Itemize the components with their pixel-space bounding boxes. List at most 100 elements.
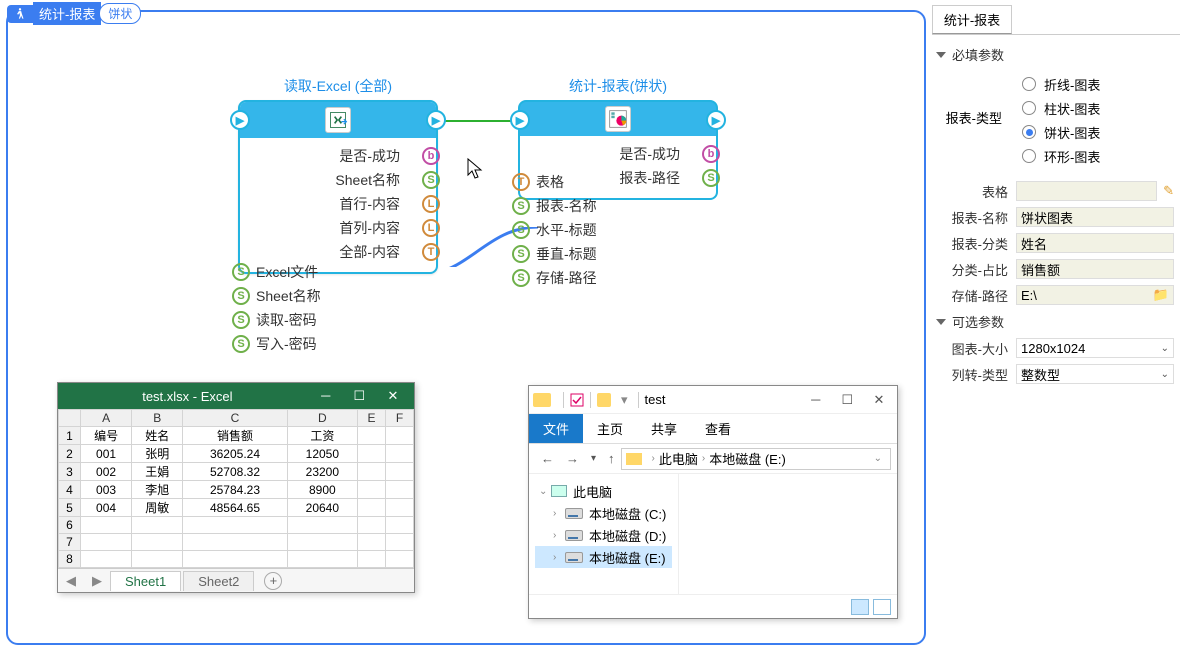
cell[interactable] <box>358 463 386 481</box>
cell[interactable] <box>386 534 414 551</box>
radio-button[interactable] <box>1022 149 1036 163</box>
cell[interactable] <box>386 499 414 517</box>
port-pin[interactable]: S <box>232 311 250 329</box>
workspace-badge[interactable]: 饼状 <box>99 3 141 24</box>
ribbon-tabs[interactable]: 文件 主页 共享 查看 <box>529 414 897 444</box>
view-details-button[interactable] <box>851 599 869 615</box>
port-pin[interactable]: S <box>512 269 530 287</box>
cell[interactable]: 李旭 <box>132 481 183 499</box>
nav-recent-button[interactable]: ▾ <box>585 453 602 464</box>
section-required[interactable]: 必填参数 <box>932 41 1180 68</box>
sheet-tab[interactable]: Sheet2 <box>183 571 254 591</box>
maximize-button[interactable]: ☐ <box>833 392 861 408</box>
input-port[interactable]: S写入-密码 <box>228 332 321 356</box>
edit-icon[interactable]: ✎ <box>1163 183 1174 199</box>
input-port[interactable]: S存储-路径 <box>508 266 597 290</box>
cell[interactable]: 003 <box>81 481 132 499</box>
spreadsheet-grid[interactable]: ABCDEF 1编号姓名销售额工资2001张明36205.24120503002… <box>58 409 414 568</box>
tree-item-drive[interactable]: ›本地磁盘 (C:) <box>535 502 672 524</box>
cell[interactable] <box>132 551 183 568</box>
cell[interactable] <box>358 534 386 551</box>
prop-value[interactable]: 饼状图表 <box>1016 207 1174 227</box>
input-port[interactable]: SExcel文件 <box>228 260 321 284</box>
radio-option[interactable]: 折线-图表 <box>1022 72 1174 96</box>
port-pin[interactable]: S <box>702 169 720 187</box>
port-pin[interactable]: S <box>512 197 530 215</box>
column-header[interactable]: F <box>386 410 414 427</box>
row-header[interactable]: 3 <box>59 463 81 481</box>
properties-panel[interactable]: 统计-报表 必填参数 报表-类型 折线-图表柱状-图表饼状-图表环形-图表 表格… <box>932 5 1180 387</box>
tab-view[interactable]: 查看 <box>691 414 745 443</box>
input-port[interactable]: S水平-标题 <box>508 218 597 242</box>
cell[interactable] <box>358 481 386 499</box>
cell[interactable] <box>81 517 132 534</box>
cell[interactable] <box>358 445 386 463</box>
row-header[interactable]: 8 <box>59 551 81 568</box>
prop-value[interactable]: 销售额 <box>1016 259 1174 279</box>
tree-item-drive[interactable]: ›本地磁盘 (D:) <box>535 524 672 546</box>
column-header[interactable]: E <box>358 410 386 427</box>
sheet-tab[interactable]: Sheet1 <box>110 571 181 591</box>
excel-window[interactable]: test.xlsx - Excel ─ ☐ ✕ ABCDEF 1编号姓名销售额工… <box>57 382 415 593</box>
column-header[interactable]: A <box>81 410 132 427</box>
port-pin[interactable]: S <box>232 335 250 353</box>
port-pin[interactable]: S <box>512 245 530 263</box>
table-row[interactable]: 7 <box>59 534 414 551</box>
prop-dropdown[interactable]: 1280x1024⌄ <box>1016 338 1174 358</box>
cell[interactable]: 王娟 <box>132 463 183 481</box>
column-header[interactable]: C <box>183 410 287 427</box>
port-pin[interactable]: S <box>422 171 440 189</box>
prop-value[interactable]: 姓名 <box>1016 233 1174 253</box>
cell[interactable] <box>132 534 183 551</box>
cell[interactable] <box>386 463 414 481</box>
close-button[interactable]: ✕ <box>865 392 893 408</box>
table-row[interactable]: 8 <box>59 551 414 568</box>
radio-button[interactable] <box>1022 77 1036 91</box>
output-port[interactable]: Sheet名称S <box>250 168 426 192</box>
radio-option[interactable]: 柱状-图表 <box>1022 96 1174 120</box>
nav-tree[interactable]: ⌄此电脑 ›本地磁盘 (C:) ›本地磁盘 (D:) ›本地磁盘 (E:) <box>529 474 679 594</box>
sheet-nav-prev[interactable]: ◀ <box>58 573 84 589</box>
minimize-button[interactable]: ─ <box>802 392 830 407</box>
cell[interactable]: 20640 <box>287 499 357 517</box>
cell[interactable] <box>287 534 357 551</box>
sheet-nav-next[interactable]: ▶ <box>84 573 110 589</box>
cell[interactable] <box>386 427 414 445</box>
node-stat-report[interactable]: 统计-报表(饼状) ▶ ▶ 是否-成功b报表-路径S T表格S报表-名称S水平-… <box>518 76 718 200</box>
tab-share[interactable]: 共享 <box>637 414 691 443</box>
cell[interactable] <box>287 517 357 534</box>
cell[interactable]: 销售额 <box>183 427 287 445</box>
input-port[interactable]: T表格 <box>508 170 597 194</box>
excel-titlebar[interactable]: test.xlsx - Excel ─ ☐ ✕ <box>58 383 414 409</box>
cell[interactable]: 张明 <box>132 445 183 463</box>
prop-value[interactable] <box>1016 181 1157 201</box>
output-port[interactable]: 是否-成功b <box>250 144 426 168</box>
cell[interactable]: 48564.65 <box>183 499 287 517</box>
cell[interactable]: 12050 <box>287 445 357 463</box>
output-port[interactable]: 首行-内容L <box>250 192 426 216</box>
input-port[interactable]: S读取-密码 <box>228 308 321 332</box>
table-row[interactable]: 6 <box>59 517 414 534</box>
port-pin[interactable]: L <box>422 219 440 237</box>
flow-in-port[interactable]: ▶ <box>510 110 530 130</box>
tab-file[interactable]: 文件 <box>529 414 583 443</box>
table-row[interactable]: 2001张明36205.2412050 <box>59 445 414 463</box>
close-button[interactable]: ✕ <box>378 388 408 404</box>
cell[interactable]: 002 <box>81 463 132 481</box>
cell[interactable] <box>358 517 386 534</box>
cell[interactable]: 001 <box>81 445 132 463</box>
input-port[interactable]: S报表-名称 <box>508 194 597 218</box>
cell[interactable] <box>358 551 386 568</box>
column-header[interactable]: D <box>287 410 357 427</box>
input-port[interactable]: SSheet名称 <box>228 284 321 308</box>
cell[interactable] <box>183 517 287 534</box>
cell[interactable] <box>81 534 132 551</box>
tree-item-drive[interactable]: ›本地磁盘 (E:) <box>535 546 672 568</box>
table-row[interactable]: 4003李旭25784.238900 <box>59 481 414 499</box>
row-header[interactable]: 2 <box>59 445 81 463</box>
nav-forward-button[interactable]: → <box>560 451 585 466</box>
cell[interactable] <box>386 445 414 463</box>
nav-up-button[interactable]: ↑ <box>602 451 621 466</box>
row-header[interactable]: 6 <box>59 517 81 534</box>
row-header[interactable]: 4 <box>59 481 81 499</box>
